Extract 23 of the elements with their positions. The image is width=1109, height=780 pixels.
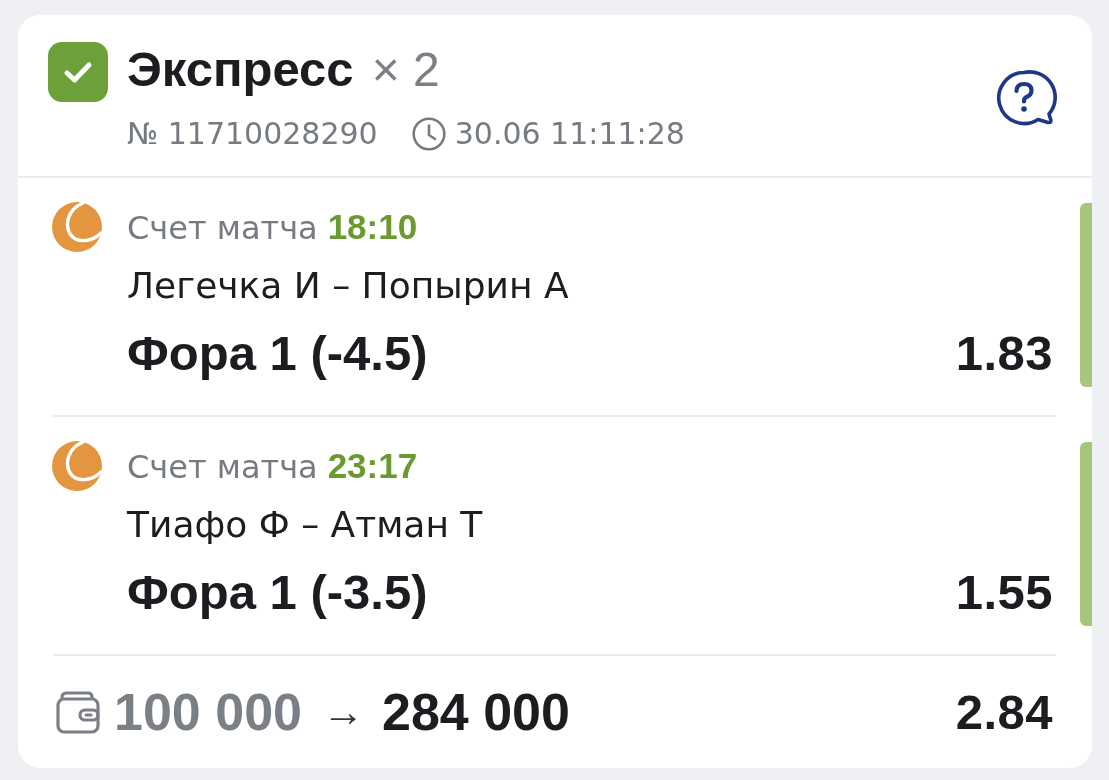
market-label: Счет матча — [127, 447, 318, 488]
payout-amount: 284 000 — [381, 682, 570, 742]
clock-icon — [411, 117, 446, 151]
match-score: 18:10 — [327, 206, 418, 248]
match-teams: Легечка И – Попырин А — [127, 264, 569, 308]
bet-odds: 1.55 — [955, 567, 1053, 617]
tennis-ball-icon — [52, 202, 102, 252]
help-icon[interactable] — [995, 70, 1057, 126]
bet-market: Фора 1 (-3.5) — [127, 567, 428, 617]
wallet-icon — [55, 689, 100, 735]
bet-market: Фора 1 (-4.5) — [127, 328, 428, 378]
stake-amount: 100 000 — [114, 682, 302, 742]
arrow-text: → — [321, 687, 364, 737]
total-odds: 2.84 — [955, 684, 1053, 741]
bet-datetime: 30.06 11:11:28 — [454, 115, 685, 153]
bet-title: Экспресс — [127, 43, 354, 95]
match-score: 23:17 — [327, 445, 418, 487]
match-teams: Тиафо Ф – Атман Т — [127, 503, 483, 547]
bet-number: № 11710028290 — [127, 115, 378, 153]
bet-multiplier: × 2 — [371, 44, 440, 96]
market-label: Счет матча — [127, 208, 318, 249]
bet-odds: 1.83 — [955, 328, 1053, 378]
tennis-ball-icon — [52, 441, 102, 491]
